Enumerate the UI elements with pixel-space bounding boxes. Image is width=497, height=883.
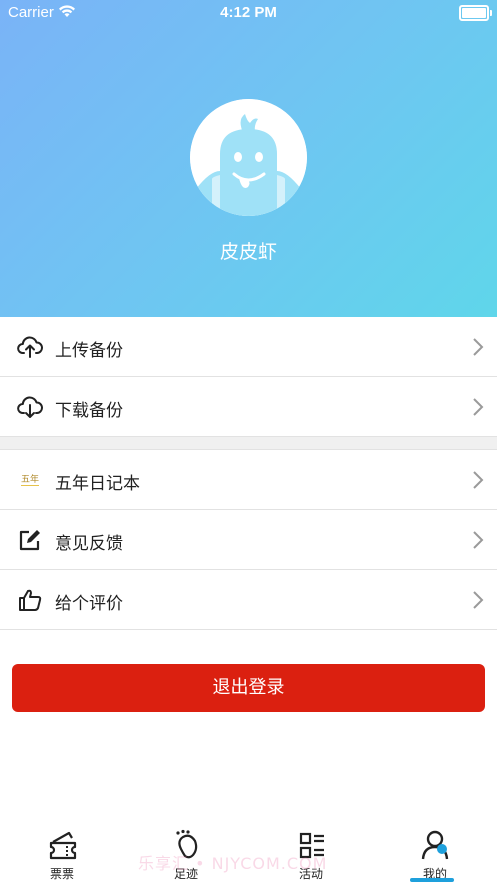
chevron-right-icon [471, 337, 485, 357]
cloud-download-icon [17, 394, 43, 420]
diary-icon-text: 五年 [20, 475, 39, 486]
menu-item-label: 五年日记本 [55, 474, 140, 494]
logout-button[interactable]: 退出登录 [12, 664, 485, 712]
cloud-upload-icon [17, 334, 43, 360]
profile-icon [420, 829, 452, 861]
menu-item-download-backup[interactable]: 下载备份 [0, 377, 497, 437]
section-divider [0, 437, 497, 450]
misc-menu-group: 五年 五年日记本 意见反馈 给个评价 [0, 450, 497, 630]
profile-header: Carrier 4:12 PM 皮皮虾 [0, 0, 497, 317]
tab-mine[interactable]: 我的 [373, 815, 497, 883]
edit-feedback-icon [17, 527, 43, 553]
backup-menu-group: 上传备份 下载备份 [0, 317, 497, 437]
thumbs-up-icon [17, 587, 43, 613]
chevron-right-icon [471, 530, 485, 550]
battery-icon [459, 5, 492, 21]
chevron-right-icon [471, 470, 485, 490]
menu-item-label: 意见反馈 [55, 534, 123, 554]
watermark: 乐享汇 • NJYCOM.COM [138, 854, 328, 873]
menu-item-upload-backup[interactable]: 上传备份 [0, 317, 497, 377]
menu-item-feedback[interactable]: 意见反馈 [0, 510, 497, 570]
menu-item-five-year-diary[interactable]: 五年 五年日记本 [0, 450, 497, 510]
menu-item-label: 下载备份 [55, 401, 123, 421]
menu-item-label: 给个评价 [55, 594, 123, 614]
avatar[interactable] [190, 99, 307, 216]
tab-label: 票票 [49, 867, 74, 881]
active-tab-indicator [410, 878, 454, 882]
tab-tickets[interactable]: 票票 [0, 815, 124, 883]
status-bar: Carrier 4:12 PM [0, 0, 497, 26]
status-time: 4:12 PM [220, 4, 277, 21]
ticket-icon [47, 829, 79, 861]
username: 皮皮虾 [219, 241, 277, 263]
menu-item-rate-app[interactable]: 给个评价 [0, 570, 497, 630]
chevron-right-icon [471, 590, 485, 610]
five-year-diary-icon: 五年 [17, 467, 43, 493]
chevron-right-icon [471, 397, 485, 417]
tab-bar: 票票 足迹 活动 我的 乐享汇 • NJYCOM.COM [0, 815, 497, 883]
menu-item-label: 上传备份 [55, 341, 123, 361]
